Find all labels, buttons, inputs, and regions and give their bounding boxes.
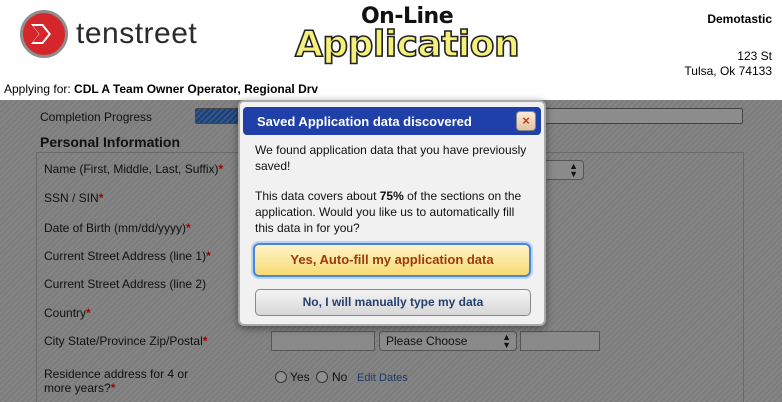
page-title: On-Line Application — [294, 6, 520, 65]
manual-no-button[interactable]: No, I will manually type my data — [255, 289, 531, 316]
applying-for-position: CDL A Team Owner Operator, Regional Drv — [74, 82, 319, 96]
page-header: tenstreet On-Line Application Demotastic… — [0, 0, 782, 80]
radio-yes-label: Yes — [290, 370, 310, 384]
close-icon[interactable]: × — [516, 111, 536, 131]
residence-no-radio[interactable] — [316, 371, 328, 383]
zip-input[interactable] — [520, 331, 600, 351]
label-residence: Residence address for 4 or more years?* — [44, 367, 189, 395]
state-select[interactable]: Please Choose ▲ ▼ — [379, 331, 517, 351]
progress-label: Completion Progress — [40, 110, 153, 124]
select-arrows-icon: ▲ ▼ — [502, 332, 511, 350]
label-city-state-zip: City State/Province Zip/Postal* — [44, 334, 208, 348]
label-name: Name (First, Middle, Last, Suffix)* — [44, 162, 224, 176]
label-ssn: SSN / SIN* — [44, 191, 104, 205]
edit-dates-link[interactable]: Edit Dates — [357, 372, 408, 384]
saved-data-dialog: Saved Application data discovered × We f… — [238, 100, 546, 326]
radio-no-label: No — [332, 370, 348, 384]
city-input[interactable] — [271, 331, 375, 351]
dialog-title: Saved Application data discovered — [257, 114, 472, 129]
dialog-message: We found application data that you have … — [255, 142, 535, 236]
dialog-header: Saved Application data discovered × — [243, 107, 541, 135]
dialog-message-line1: We found application data that you have … — [255, 143, 527, 173]
brand-name: tenstreet — [76, 17, 198, 50]
company-name: Demotastic — [707, 12, 772, 26]
suffix-select[interactable]: ▲ ▼ — [542, 160, 584, 180]
label-street2: Current Street Address (line 2) — [44, 277, 207, 291]
label-street1: Current Street Address (line 1)* — [44, 249, 211, 263]
label-dob: Date of Birth (mm/dd/yyyy)* — [44, 221, 191, 235]
company-info: Demotastic 123 St Tulsa, Ok 74133 — [684, 12, 772, 79]
residence-yes-radio[interactable] — [275, 371, 287, 383]
dialog-message-line2: This data covers about 75% of the sectio… — [255, 189, 522, 235]
autofill-yes-button[interactable]: Yes, Auto-fill my application data — [253, 243, 531, 277]
applying-for-bar: Applying for: CDL A Team Owner Operator,… — [0, 80, 782, 100]
progress-fill — [196, 109, 240, 123]
company-address-line1: 123 St — [737, 49, 772, 63]
select-arrows-icon: ▲ ▼ — [569, 161, 578, 179]
company-address-line2: Tulsa, Ok 74133 — [684, 64, 772, 78]
logo-arrow-icon — [20, 10, 68, 58]
label-country: Country* — [44, 306, 91, 320]
section-title: Personal Information — [40, 134, 181, 150]
applying-for-label: Applying for: — [4, 82, 71, 96]
title-application: Application — [294, 24, 520, 65]
tenstreet-logo: tenstreet — [20, 10, 197, 58]
